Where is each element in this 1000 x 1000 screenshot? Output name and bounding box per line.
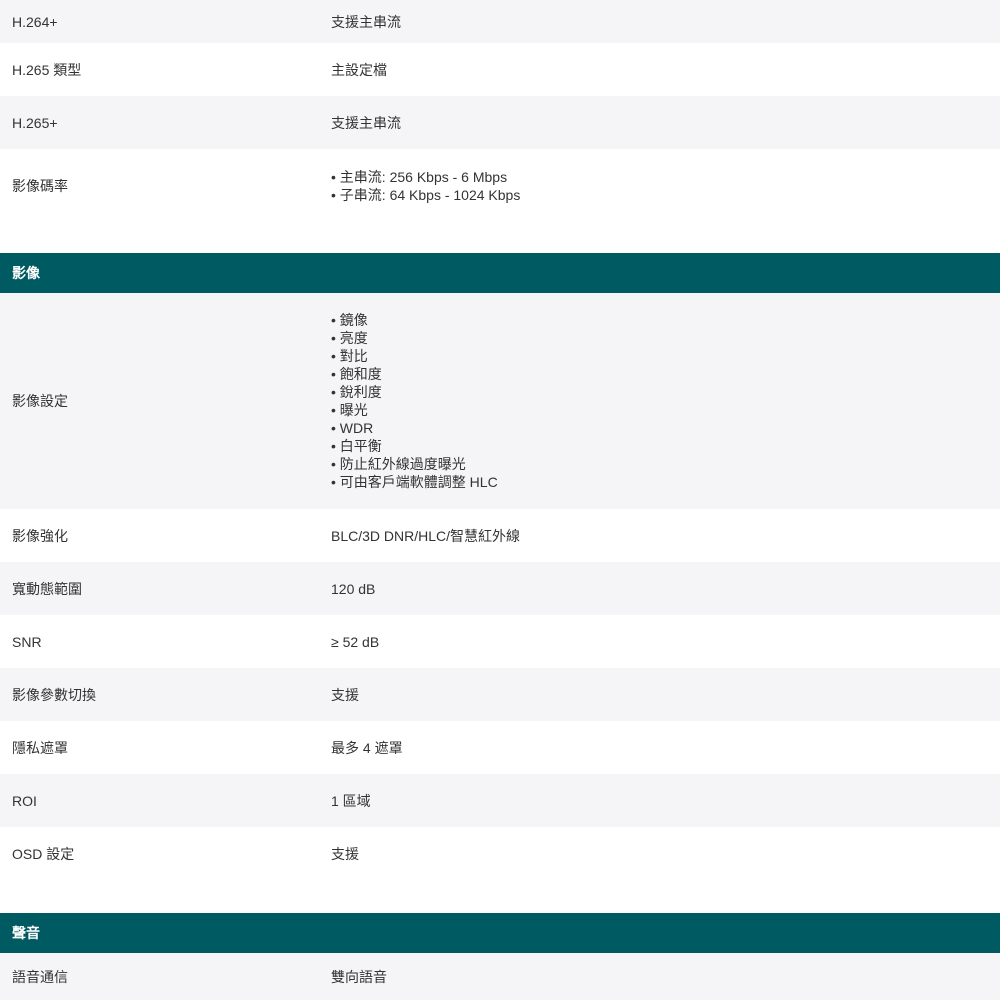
spec-value: 雙向語音 <box>331 968 387 985</box>
spec-label: ROI <box>12 792 37 809</box>
spec-row-h264plus: H.264+ 支援主串流 <box>0 0 1000 43</box>
section-header-image: 影像 <box>0 253 1000 293</box>
spec-value: 支援 <box>331 686 359 703</box>
spec-row-snr: SNR ≥ 52 dB <box>0 615 1000 668</box>
list-item: 白平衡 <box>331 437 498 455</box>
spec-row-wdr: 寬動態範圍 120 dB <box>0 562 1000 615</box>
spec-row-bitrate: 影像碼率 主串流: 256 Kbps - 6 Mbps 子串流: 64 Kbps… <box>0 149 1000 223</box>
list-item: 鏡像 <box>331 311 498 329</box>
spec-value: 支援主串流 <box>331 114 401 131</box>
bitrate-list: 主串流: 256 Kbps - 6 Mbps 子串流: 64 Kbps - 10… <box>331 168 521 204</box>
spec-label: 影像碼率 <box>12 178 68 194</box>
spec-row-privacy-mask: 隱私遮罩 最多 4 遮罩 <box>0 721 1000 774</box>
spec-label: SNR <box>12 633 42 650</box>
spec-label: 影像設定 <box>12 393 68 409</box>
list-item: 銳利度 <box>331 383 498 401</box>
spec-value: 支援 <box>331 845 359 862</box>
spec-row-roi: ROI 1 區域 <box>0 774 1000 827</box>
list-item: 主串流: 256 Kbps - 6 Mbps <box>331 168 520 186</box>
spec-value: 鏡像 亮度 對比 飽和度 銳利度 曝光 WDR 白平衡 防止紅外線過度曝光 可由… <box>331 293 498 509</box>
spec-label: OSD 設定 <box>12 845 75 862</box>
spec-value: 主串流: 256 Kbps - 6 Mbps 子串流: 64 Kbps - 10… <box>331 149 521 223</box>
spec-label: H.265+ <box>12 114 58 131</box>
spec-label: H.264+ <box>12 13 58 30</box>
spec-value: 主設定檔 <box>331 61 387 78</box>
list-item: 防止紅外線過度曝光 <box>331 455 498 473</box>
list-item: 可由客戶端軟體調整 HLC <box>331 473 498 491</box>
section-header-audio: 聲音 <box>0 913 1000 953</box>
list-item: 對比 <box>331 347 498 365</box>
spec-value: 120 dB <box>331 580 376 597</box>
spec-label: H.265 類型 <box>12 61 82 78</box>
image-settings-list: 鏡像 亮度 對比 飽和度 銳利度 曝光 WDR 白平衡 防止紅外線過度曝光 可由… <box>331 311 498 491</box>
spec-row-image-enhancement: 影像強化 BLC/3D DNR/HLC/智慧紅外線 <box>0 509 1000 562</box>
list-item: WDR <box>331 419 498 437</box>
list-item: 子串流: 64 Kbps - 1024 Kbps <box>331 186 521 204</box>
spec-label: 影像強化 <box>12 527 68 544</box>
spec-value: 支援主串流 <box>331 13 401 30</box>
spec-row-voice-comm: 語音通信 雙向語音 <box>0 953 1000 1000</box>
list-item: 飽和度 <box>331 365 498 383</box>
spec-row-image-settings: 影像設定 鏡像 亮度 對比 飽和度 銳利度 曝光 WDR 白平衡 防止紅外線過度… <box>0 293 1000 509</box>
spec-label: 寬動態範圍 <box>12 580 82 597</box>
spec-value: ≥ 52 dB <box>331 633 380 650</box>
spec-value: BLC/3D DNR/HLC/智慧紅外線 <box>331 527 521 544</box>
spec-value: 最多 4 遮罩 <box>331 739 403 756</box>
spec-label: 隱私遮罩 <box>12 739 68 756</box>
spec-row-param-switch: 影像參數切換 支援 <box>0 668 1000 721</box>
spec-table: H.264+ 支援主串流 H.265 類型 主設定檔 H.265+ 支援主串流 … <box>0 0 1000 1000</box>
spec-row-h265-type: H.265 類型 主設定檔 <box>0 43 1000 96</box>
spec-label: 影像參數切換 <box>12 686 96 703</box>
spec-label: 語音通信 <box>12 968 68 985</box>
spec-row-osd: OSD 設定 支援 <box>0 827 1000 880</box>
list-item: 亮度 <box>331 329 498 347</box>
spec-row-h265plus: H.265+ 支援主串流 <box>0 96 1000 149</box>
list-item: 曝光 <box>331 401 498 419</box>
spec-value: 1 區域 <box>331 792 371 809</box>
